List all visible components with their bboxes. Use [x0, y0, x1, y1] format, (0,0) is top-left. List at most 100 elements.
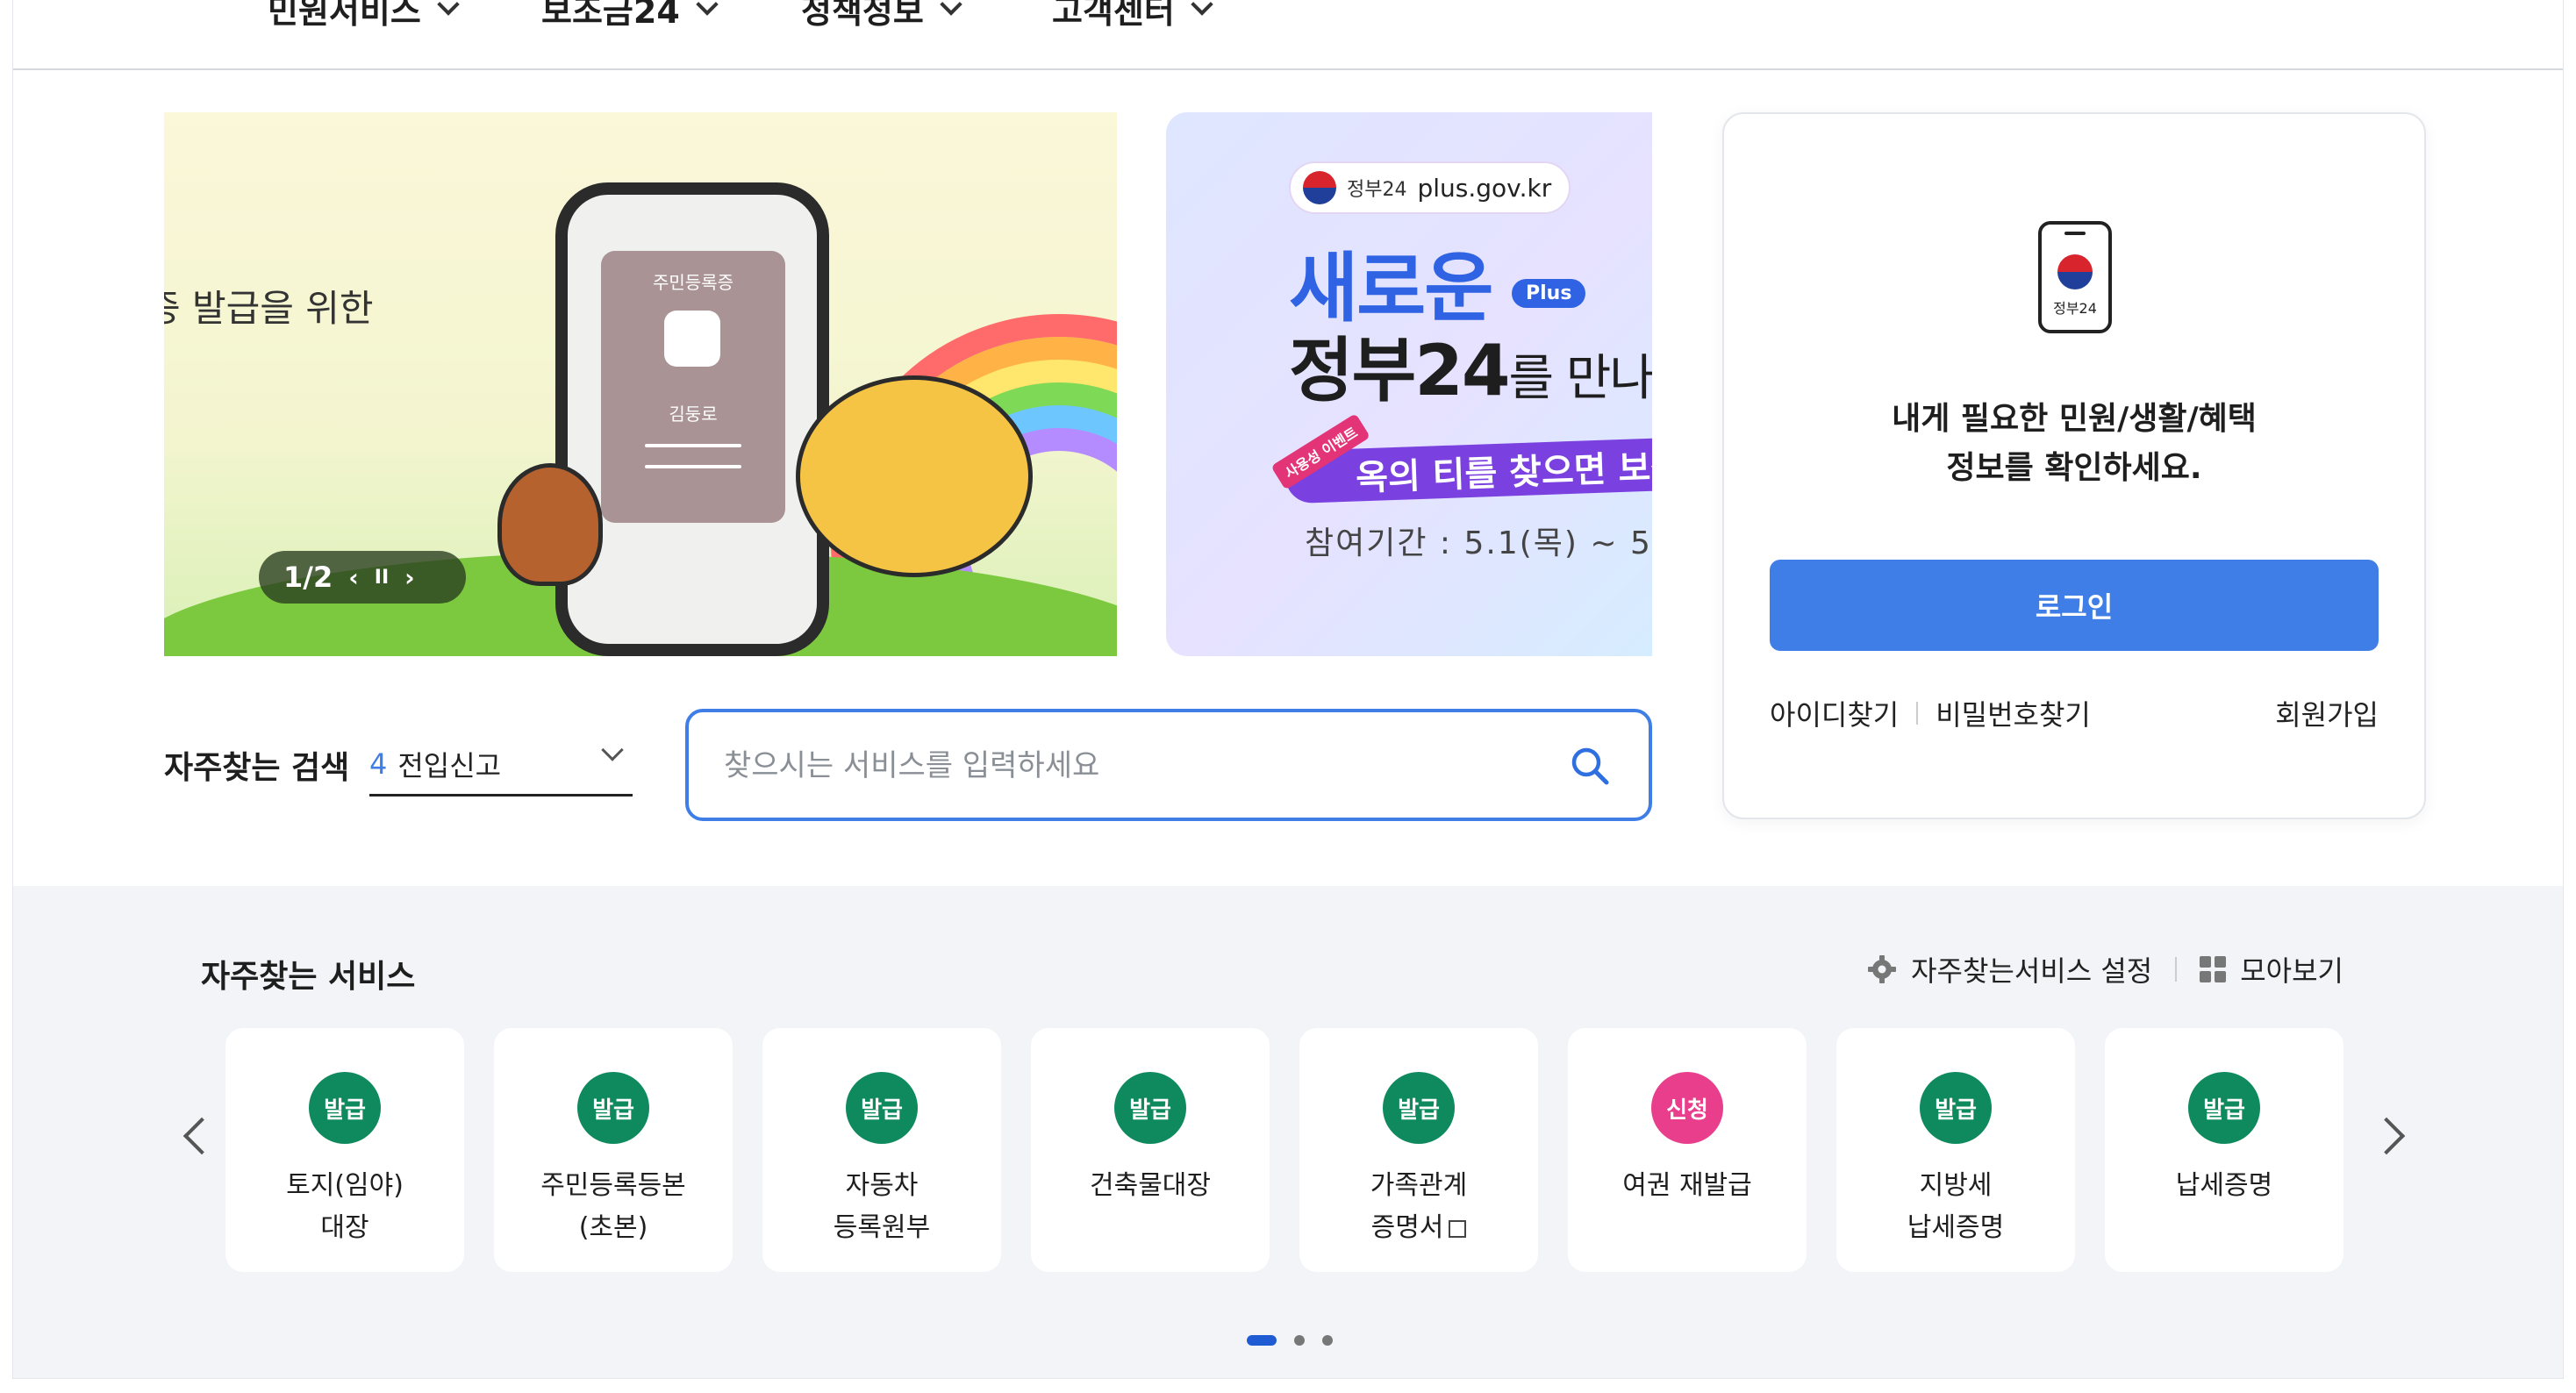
owl-mascot-illustration	[497, 463, 603, 586]
nav-item-policy[interactable]: 정책정보	[801, 0, 962, 32]
banner-gov24-plus[interactable]: 정부24 plus.gov.kr 새로운 Plus 정부24를 만나 사용성 이…	[1166, 112, 1652, 656]
search-input[interactable]	[724, 735, 1513, 797]
service-cards: 발급 토지(임야) 대장 발급 주민등록등본 (초본) 발급 자동차 등록원부	[225, 1028, 2343, 1272]
service-name: 여권 재발급	[1568, 1165, 1807, 1207]
external-link-icon	[1449, 1220, 1467, 1238]
search-box	[685, 709, 1652, 821]
login-message-line2: 정보를 확인하세요.	[1946, 450, 2202, 486]
pagination-dot[interactable]	[1294, 1335, 1305, 1346]
search-icon[interactable]	[1570, 746, 1610, 786]
login-button[interactable]: 로그인	[1770, 560, 2379, 651]
service-name: 건축물대장	[1031, 1165, 1270, 1207]
event-tag: 사용성 이벤트 옥의 티를 찾으면 보상	[1270, 413, 1652, 504]
divider	[2175, 957, 2178, 982]
headline-rest: 를 만나	[1508, 350, 1652, 407]
chevron-down-icon	[940, 0, 962, 16]
nav-item-label: 고객센터	[1052, 0, 1175, 31]
frequent-search-label: 자주찾는 검색	[164, 750, 350, 786]
avatar-icon	[664, 311, 720, 367]
id-card-title: 주민등록증	[653, 272, 733, 293]
carousel-next-button[interactable]	[2367, 1117, 2406, 1155]
issue-badge: 발급	[846, 1072, 918, 1144]
gear-icon[interactable]	[1867, 954, 1897, 984]
slide-counter: 1/2	[283, 561, 333, 594]
divider	[645, 465, 741, 468]
app-label: 정부24	[2053, 300, 2097, 317]
frequent-search-select[interactable]: 4 전입신고	[369, 733, 633, 797]
frequent-search-value: 전입신고	[397, 748, 502, 782]
service-name-line1: 납세증명	[2175, 1170, 2273, 1201]
service-card-building-register[interactable]: 발급 건축물대장	[1031, 1028, 1270, 1272]
chevron-down-icon	[1191, 0, 1213, 16]
service-card-land-register[interactable]: 발급 토지(임야) 대장	[225, 1028, 464, 1272]
nav-item-label: 민원서비스	[268, 0, 421, 31]
service-card-passport-reissue[interactable]: 신청 여권 재발급	[1568, 1028, 1807, 1272]
event-tag-text: 옥의 티를 찾으면 보상	[1355, 446, 1652, 499]
frequent-services-section: 자주찾는 서비스 자주찾는서비스 설정 모아보기 발급 토지(임야) 대장 발급…	[13, 886, 2563, 1378]
nav-item-label: 정책정보	[801, 0, 924, 31]
banner-slogan: 증 발급을 위한	[164, 287, 374, 330]
banner-counter: 1/2 ‹ II ›	[259, 551, 466, 604]
service-name-line2: 납세증명	[1907, 1212, 2005, 1243]
service-name: 지방세 납세증명	[1836, 1165, 2075, 1249]
service-card-family-relation[interactable]: 발급 가족관계 증명서	[1299, 1028, 1538, 1272]
service-name-line1: 가족관계	[1370, 1170, 1468, 1201]
view-all-link[interactable]: 모아보기	[2240, 949, 2343, 989]
issue-badge: 발급	[1114, 1072, 1186, 1144]
nav-item-civil-service[interactable]: 민원서비스	[268, 0, 460, 32]
service-name-line1: 토지(임야)	[286, 1170, 404, 1201]
service-card-local-tax[interactable]: 발급 지방세 납세증명	[1836, 1028, 2075, 1272]
headline-brand: 정부24	[1289, 330, 1511, 411]
pill-brand: 정부24	[1347, 179, 1407, 201]
id-card-name: 김둥로	[669, 404, 718, 425]
event-period: 참여기간 : 5.1(목) ~ 5	[1305, 525, 1652, 561]
service-name-line2: 대장	[320, 1212, 369, 1243]
join-link[interactable]: 회원가입	[2275, 693, 2379, 733]
issue-badge: 발급	[1383, 1072, 1455, 1144]
service-name: 납세증명	[2105, 1165, 2343, 1207]
plus-badge: Plus	[1512, 279, 1586, 308]
taegeuk-icon	[1303, 171, 1336, 204]
issue-badge: 발급	[2188, 1072, 2260, 1144]
service-name: 주민등록등본 (초본)	[494, 1165, 733, 1249]
service-name-line1: 건축물대장	[1090, 1170, 1211, 1201]
nav-item-customer-center[interactable]: 고객센터	[1052, 0, 1213, 32]
chevron-left-icon[interactable]: ‹	[348, 563, 359, 592]
section-title: 자주찾는 서비스	[201, 959, 416, 995]
pagination-dot-active[interactable]	[1247, 1335, 1277, 1346]
carousel-prev-button[interactable]	[182, 1117, 221, 1155]
service-card-vehicle-register[interactable]: 발급 자동차 등록원부	[762, 1028, 1001, 1272]
phone-notch	[2064, 232, 2086, 235]
divider	[1916, 702, 1919, 725]
find-password-link[interactable]: 비밀번호찾기	[1936, 693, 2091, 733]
pagination-dot[interactable]	[1322, 1335, 1333, 1346]
grid-icon[interactable]	[2200, 956, 2227, 982]
carousel-pagination	[1247, 1335, 1333, 1346]
service-card-tax-certificate[interactable]: 발급 납세증명	[2105, 1028, 2343, 1272]
chevron-down-icon	[696, 0, 719, 16]
issue-badge: 발급	[1920, 1072, 1992, 1144]
service-card-resident-register[interactable]: 발급 주민등록등본 (초본)	[494, 1028, 733, 1272]
pill-url: plus.gov.kr	[1417, 173, 1552, 203]
chevron-down-icon	[601, 739, 624, 761]
pause-icon[interactable]: II	[375, 567, 389, 589]
service-name-line2: (초본)	[578, 1212, 648, 1243]
find-id-link[interactable]: 아이디찾기	[1770, 693, 1899, 733]
service-settings-link[interactable]: 자주찾는서비스 설정	[1911, 949, 2152, 989]
phone-illustration: 주민등록증 김둥로	[555, 182, 829, 656]
banner-headline-2: 정부24를 만나	[1289, 314, 1652, 416]
id-card-illustration: 주민등록증 김둥로	[601, 251, 785, 523]
nav-item-subsidy[interactable]: 보조금24	[541, 0, 719, 32]
apply-badge: 신청	[1651, 1072, 1723, 1144]
chevron-down-icon	[437, 0, 460, 16]
service-name-line2: 등록원부	[833, 1212, 931, 1243]
service-name-line1: 지방세	[1919, 1170, 1993, 1201]
chevron-right-icon[interactable]: ›	[404, 563, 415, 592]
squirrel-mascot-illustration	[796, 375, 1033, 577]
service-name-line2: 증명서	[1370, 1212, 1444, 1243]
service-name-line1: 주민등록등본	[540, 1170, 686, 1201]
login-panel: 정부24 내게 필요한 민원/생활/혜택 정보를 확인하세요. 로그인 아이디찾…	[1722, 112, 2426, 819]
service-name-line1: 여권 재발급	[1622, 1170, 1752, 1201]
gov24-app-icon: 정부24	[2038, 221, 2112, 333]
service-name-line1: 자동차	[845, 1170, 919, 1201]
